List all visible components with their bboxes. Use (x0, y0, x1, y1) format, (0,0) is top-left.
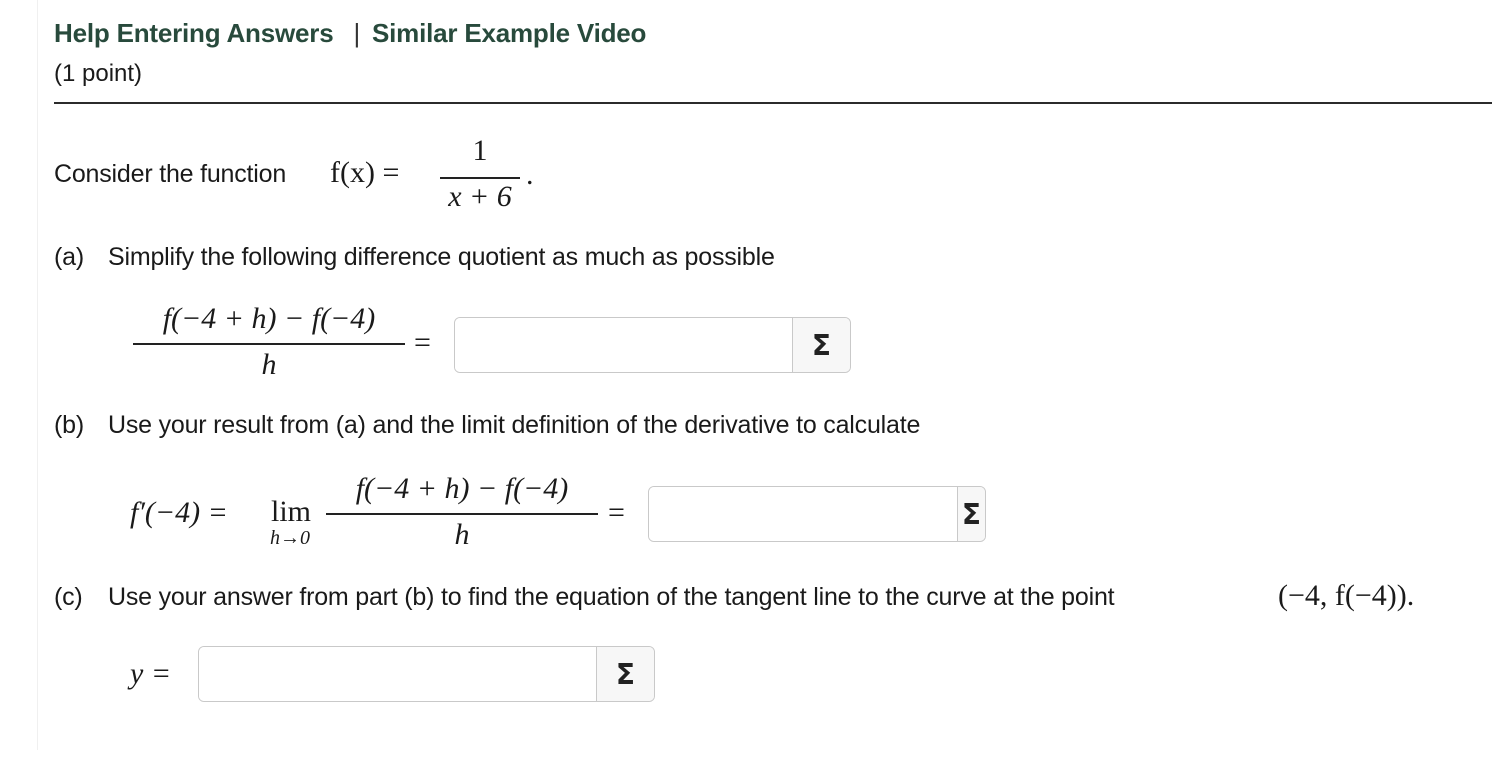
part-b-denominator: h (454, 518, 470, 551)
part-a-equals: = (414, 326, 431, 359)
part-b-lhs: f′(−4) = (130, 496, 228, 529)
similar-example-video-link[interactable]: Similar Example Video (372, 18, 646, 48)
intro-period: . (526, 158, 534, 191)
header-separator: | (353, 18, 361, 48)
part-c-point: (−4, f(−4)). (1278, 579, 1415, 612)
part-a-equation-editor-button[interactable]: Σ (792, 318, 850, 372)
left-border (37, 0, 38, 750)
intro-text: Consider the function (54, 160, 287, 188)
intro-numerator: 1 (472, 134, 488, 167)
part-b-fraction-bar (326, 513, 598, 515)
part-a-denominator: h (261, 348, 277, 381)
part-a-fraction-bar (133, 343, 405, 345)
part-c-label: (c) (54, 583, 83, 611)
part-c-text: Use your answer from part (b) to find th… (108, 583, 1115, 611)
part-a-prompt: (a) Simplify the following difference quo… (54, 243, 775, 272)
point-value: (1 point) (54, 60, 143, 87)
part-c-answer-input[interactable] (199, 647, 596, 701)
part-a-label: (a) (54, 243, 84, 271)
part-c-answer-box: Σ (198, 646, 655, 702)
problem-header: Help Entering Answers | Similar Example Vi… (54, 18, 646, 49)
part-b-equation-editor-button[interactable]: Σ (957, 487, 985, 541)
part-b-label: (b) (54, 411, 84, 439)
part-b-equals: = (608, 496, 625, 529)
part-b-answer-input[interactable] (649, 487, 957, 541)
part-b-lim: lim (271, 495, 312, 528)
part-a-text: Simplify the following difference quotie… (108, 243, 775, 271)
intro-fraction-bar (440, 177, 520, 179)
part-c-prompt: (c) Use your answer from part (b) to find… (54, 583, 1115, 612)
part-b-lim-subscript: h→0 (270, 527, 310, 549)
function-lhs: f(x) = (330, 156, 400, 189)
part-c-equation-editor-button[interactable]: Σ (596, 647, 654, 701)
part-b-text: Use your result from (a) and the limit d… (108, 411, 921, 439)
header-divider (54, 102, 1492, 104)
part-b-prompt: (b) Use your result from (a) and the limi… (54, 411, 920, 440)
part-a-numerator: f(−4 + h) − f(−4) (162, 302, 376, 335)
part-c-lhs: y = (130, 657, 172, 690)
part-b-numerator: f(−4 + h) − f(−4) (355, 472, 569, 505)
intro-denominator: x + 6 (448, 180, 512, 213)
part-a-answer-box: Σ (454, 317, 851, 373)
part-a-answer-input[interactable] (455, 318, 792, 372)
help-entering-answers-link[interactable]: Help Entering Answers (54, 18, 334, 48)
part-b-answer-box: Σ (648, 486, 986, 542)
